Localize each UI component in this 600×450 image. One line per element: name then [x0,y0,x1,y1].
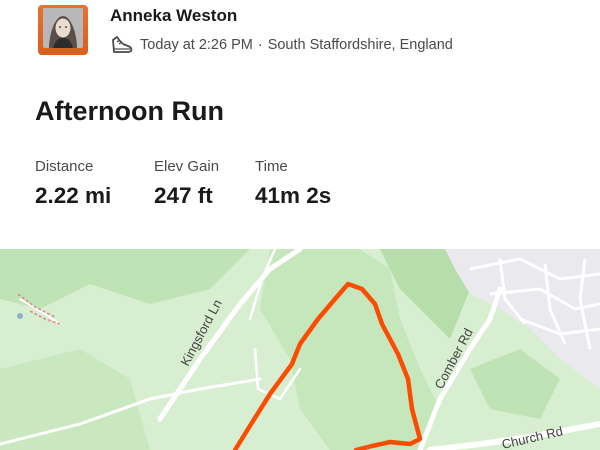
stat-value: 2.22 mi [35,183,112,208]
stat-elev-gain: Elev Gain 247 ft [154,158,219,209]
route-map[interactable]: Kingsford Ln Comber Rd Church Rd [0,249,600,450]
shoe-icon [110,35,134,55]
stat-label: Elev Gain [154,158,220,175]
activity-location: South Staffordshire, England [267,37,453,53]
stat-distance: Distance 2.22 mi [35,158,111,209]
activity-title[interactable]: Afternoon Run [35,96,224,127]
stat-label: Time [255,158,288,175]
avatar-portrait-icon [43,8,83,48]
activity-page: Anneka Weston Today at 2:26 PM · South S… [0,0,600,450]
stat-time: Time 41m 2s [255,158,331,209]
map-marker-dot [17,313,23,319]
activity-datetime: Today at 2:26 PM [140,37,253,53]
map-canvas: Kingsford Ln Comber Rd Church Rd [0,249,600,450]
activity-header: Anneka Weston Today at 2:26 PM · South S… [0,0,600,90]
stat-value: 41m 2s [255,183,332,208]
avatar-photo [43,8,83,48]
stat-label: Distance [35,158,94,175]
avatar[interactable] [38,5,88,55]
activity-meta: Today at 2:26 PM · South Staffordshire, … [110,35,453,55]
stat-value: 247 ft [154,183,213,208]
meta-separator: · [257,37,263,53]
athlete-name[interactable]: Anneka Weston [110,6,237,26]
